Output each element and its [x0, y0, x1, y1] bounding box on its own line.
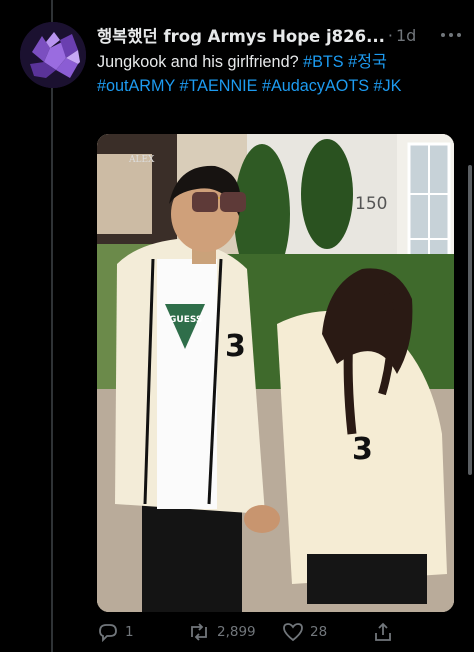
hashtag-audacyaots[interactable]: #AudacyAOTS: [262, 77, 369, 95]
thread-line: [51, 0, 53, 652]
share-button[interactable]: [372, 622, 394, 642]
building-number: 150: [355, 194, 387, 214]
reply-button[interactable]: 1: [97, 622, 187, 642]
avatar[interactable]: [20, 22, 86, 88]
reply-count: 1: [125, 624, 134, 640]
separator: ·: [387, 25, 393, 45]
display-name[interactable]: 행복했던 frog Armys Hope j826...: [97, 23, 385, 47]
cardigan-number-right: 3: [352, 432, 373, 467]
cardigan-number-left: 3: [225, 329, 246, 364]
retweet-button[interactable]: 2,899: [187, 622, 282, 642]
hashtag-bts[interactable]: #BTS: [303, 53, 344, 71]
hashtag-jk[interactable]: #JK: [374, 77, 402, 95]
tweet-text: Jungkook and his girlfriend? #BTS #정국 #o…: [97, 50, 462, 98]
shirt-brand: GUESS: [169, 315, 202, 325]
heart-icon: [283, 623, 303, 642]
timestamp[interactable]: 1d: [396, 26, 416, 45]
hashtag-outarmy[interactable]: #outARMY: [97, 77, 175, 95]
tweet-photo[interactable]: 150 ALEX GUESS 3 3: [97, 134, 454, 612]
retweet-count: 2,899: [217, 624, 256, 640]
hashtag-jungkook[interactable]: #정국: [348, 53, 387, 71]
scrollbar[interactable]: [468, 165, 472, 475]
tweet-text-plain: Jungkook and his girlfriend?: [97, 53, 304, 71]
share-icon: [375, 622, 391, 641]
reply-icon: [99, 624, 117, 642]
retweet-icon: [191, 623, 207, 641]
like-button[interactable]: 28: [282, 622, 372, 642]
like-count: 28: [310, 624, 328, 640]
more-icon[interactable]: [438, 28, 464, 42]
tweet-header: 행복했던 frog Armys Hope j826... · 1d: [97, 22, 462, 48]
hashtag-taennie[interactable]: #TAENNIE: [179, 77, 257, 95]
store-sign: ALEX: [128, 155, 155, 165]
action-bar: 1 2,899 28: [97, 620, 397, 644]
